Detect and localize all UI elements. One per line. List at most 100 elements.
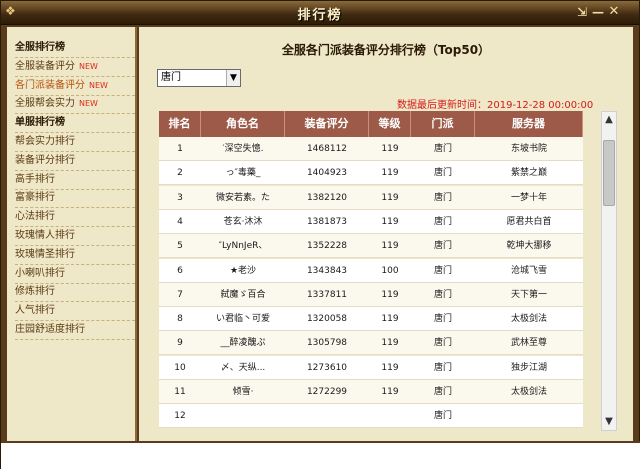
table-cell: 1468112 <box>306 144 348 154</box>
table-cell <box>475 404 583 428</box>
sidebar-item[interactable]: 玫瑰情人排行 <box>15 227 135 246</box>
table-cell: ′深空失憶. <box>222 144 264 154</box>
table-cell: 1272299 <box>306 387 348 397</box>
table-cell: 〆、天纵... <box>220 362 266 373</box>
table-row[interactable]: 11 倾雪· 1272299 119 唐门 太极剑法 <box>159 380 583 404</box>
table-cell: っ″毒藥_ <box>225 168 261 179</box>
table-cell: 1337811 <box>306 289 348 300</box>
minimize-button[interactable]: — <box>591 5 605 19</box>
sidebar-item-label: 玫瑰情人排行 <box>15 230 75 241</box>
table-row[interactable]: 10 〆、天纵... 1273610 119 唐门 独步江湖 <box>159 355 583 380</box>
table-cell: 东坡书院 <box>510 144 547 154</box>
table-cell: 4 <box>177 216 183 227</box>
sidebar-item[interactable]: 全服排行榜 <box>15 39 135 58</box>
new-badge: NEW <box>79 61 98 71</box>
new-badge: NEW <box>89 80 108 90</box>
table-row[interactable]: 9 __醉凌醜ぷ 1305798 119 唐门 武林至尊 <box>159 331 583 356</box>
table-cell: 7 <box>177 289 183 300</box>
table-cell: 100 <box>381 265 399 276</box>
title-bar[interactable]: ❖ 排行榜 ⇲ — ✕ <box>1 1 639 25</box>
scroll-down-icon: ▼ <box>605 416 613 427</box>
table-cell: 5 <box>177 241 183 252</box>
sidebar-item-label: 高手排行 <box>15 173 55 185</box>
table-cell: 119 <box>381 362 399 373</box>
table-row[interactable]: 2 っ″毒藥_ 1404923 119 唐门 紫禁之巅 <box>159 161 583 186</box>
column-header[interactable]: 门派 <box>411 111 475 137</box>
table-cell: 1320058 <box>306 314 348 325</box>
column-header[interactable]: 排名 <box>159 111 201 137</box>
pin-button[interactable]: ⇲ <box>575 5 589 19</box>
table-row[interactable]: 4 苍玄·沐沐 1381873 119 唐门 愿君共白首 <box>159 209 583 234</box>
table-row[interactable]: 6 ★老沙 1343843 100 唐门 沧城飞雪 <box>159 258 583 283</box>
sidebar-item[interactable]: 全服装备评分 NEW <box>15 58 135 77</box>
table-cell: 唐门 <box>433 216 452 227</box>
table-cell: 10 <box>174 362 186 373</box>
table-cell: 1273610 <box>306 362 348 373</box>
table-row[interactable]: 8 い君临丶可爱 1320058 119 唐门 太极剑法 <box>159 307 583 332</box>
table-row[interactable]: 5 ″LyNnJeR、 1352228 119 唐门 乾坤大挪移 <box>159 234 583 259</box>
table-cell: 乾坤大挪移 <box>506 241 552 252</box>
table-cell: い君临丶可爱 <box>215 314 270 325</box>
sidebar-item[interactable]: 帮会实力排行 <box>15 133 135 152</box>
table-cell: 119 <box>381 168 399 179</box>
sidebar-item[interactable]: 装备评分排行 <box>15 152 135 171</box>
sidebar: 全服排行榜 全服装备评分 NEW 各门派装备评分 NEW 全服帮会实力 NEW 单服排行榜 帮会… <box>7 27 137 441</box>
table-row[interactable]: 12 唐门 <box>159 404 583 429</box>
table-cell: 119 <box>381 241 399 252</box>
table-header: 排名 角色名 装备评分 等级 门派 服务器 <box>159 111 583 137</box>
scroll-down-button[interactable]: ▼ <box>602 414 616 430</box>
table-cell: 唐门 <box>433 192 452 203</box>
table-cell: 9 <box>177 338 183 349</box>
table-cell: 一梦十年 <box>510 192 547 203</box>
column-header[interactable]: 服务器 <box>475 111 583 137</box>
table-row[interactable]: 1 ′深空失憶. 1468112 119 唐门 东坡书院 <box>159 137 583 161</box>
table-cell: 唐门 <box>433 144 452 154</box>
table-cell: 1404923 <box>306 168 348 179</box>
column-header[interactable]: 装备评分 <box>285 111 369 137</box>
scroll-up-icon: ▲ <box>605 114 613 125</box>
table-cell: 唐门 <box>433 411 452 422</box>
pin-icon: ⇲ <box>576 5 588 19</box>
sidebar-item[interactable]: 富豪排行 <box>15 189 135 209</box>
page-title: 全服各门派装备评分排行榜（Top50） <box>281 43 491 57</box>
close-button[interactable]: ✕ <box>607 5 621 19</box>
sidebar-item[interactable]: 全服帮会实力 NEW <box>15 95 135 115</box>
table-cell: 唐门 <box>433 314 452 325</box>
sidebar-item[interactable]: 各门派装备评分 NEW <box>15 77 135 96</box>
sidebar-item[interactable]: 庄园舒适度排行 <box>15 321 135 340</box>
sidebar-item-label: 人气排行 <box>15 305 55 317</box>
table-cell: 11 <box>174 387 186 397</box>
table-cell: 1343843 <box>306 265 348 276</box>
table-cell: 紫禁之巅 <box>510 168 547 179</box>
bottom-bar <box>1 441 640 470</box>
sect-select[interactable]: 唐门 ▼ <box>157 69 241 87</box>
sidebar-item[interactable]: 修炼排行 <box>15 283 135 303</box>
table-cell: 119 <box>381 387 399 397</box>
sidebar-item-label: 小喇叭排行 <box>15 267 65 279</box>
table-row[interactable]: 3 微安若素。た 1382120 119 唐门 一梦十年 <box>159 185 583 210</box>
sidebar-item[interactable]: 小喇叭排行 <box>15 265 135 284</box>
table-scrollbar[interactable]: ▲ ▼ <box>601 111 617 431</box>
sidebar-item[interactable]: 心法排行 <box>15 208 135 228</box>
column-header[interactable]: 等级 <box>369 111 411 137</box>
sidebar-item[interactable]: 人气排行 <box>15 302 135 322</box>
table-cell: 3 <box>177 192 183 203</box>
table-cell: 2 <box>177 168 183 179</box>
table-cell: 苍玄·沐沐 <box>223 216 263 227</box>
scroll-up-button[interactable]: ▲ <box>602 112 616 128</box>
table-cell: 倾雪· <box>232 387 254 397</box>
scroll-thumb[interactable] <box>603 140 615 206</box>
sidebar-item[interactable]: 高手排行 <box>15 171 135 190</box>
sidebar-item[interactable]: 玫瑰情圣排行 <box>15 246 135 265</box>
sidebar-item[interactable]: 单服排行榜 <box>15 114 135 134</box>
table-cell: 6 <box>177 265 183 276</box>
table-cell: 1352228 <box>306 241 348 252</box>
table-row[interactable]: 7 弑魔ゞ百合 1337811 119 唐门 天下第一 <box>159 282 583 307</box>
table-cell <box>285 404 369 428</box>
table-cell: 天下第一 <box>510 289 547 300</box>
table-cell: 唐门 <box>433 241 452 252</box>
table-cell: ″LyNnJeR、 <box>218 241 268 252</box>
table-cell: 唐门 <box>433 289 452 300</box>
column-header[interactable]: 角色名 <box>201 111 285 137</box>
close-icon: ✕ <box>608 4 620 19</box>
